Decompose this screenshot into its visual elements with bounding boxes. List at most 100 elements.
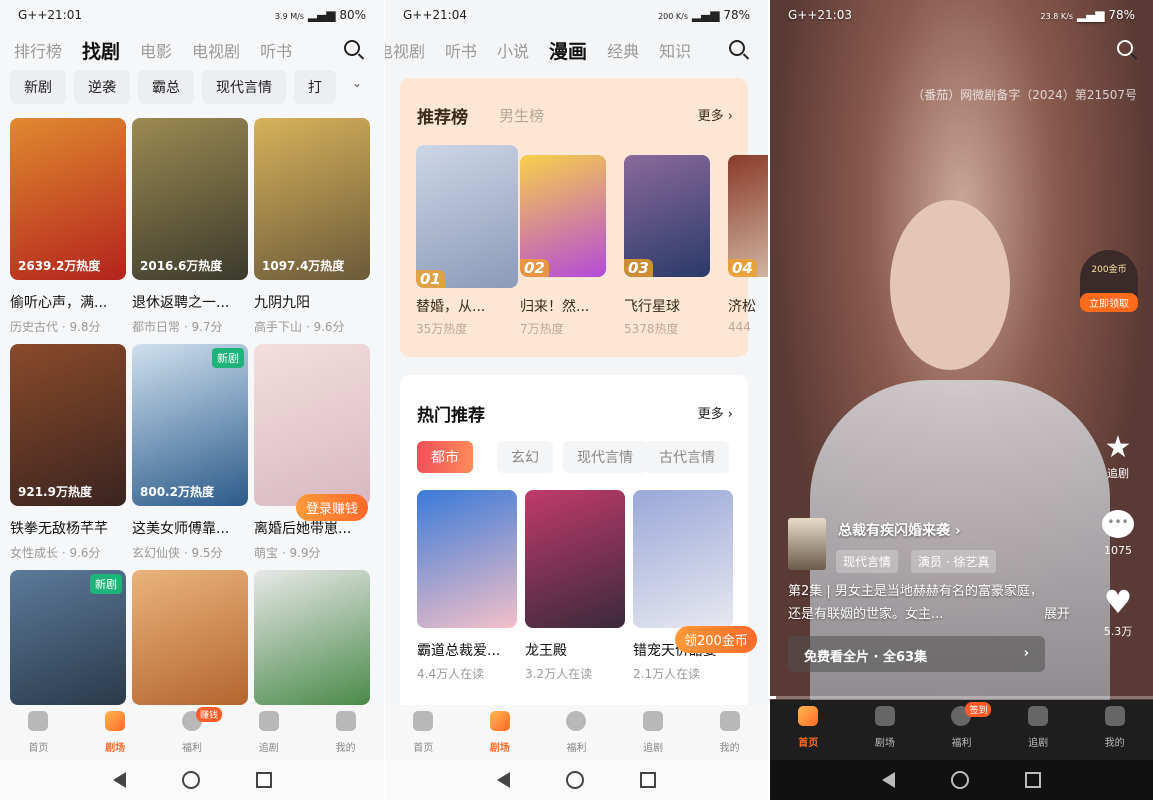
home-circle-icon[interactable] — [566, 771, 584, 789]
comic-cover[interactable]: 02 — [520, 155, 606, 277]
drama-cover[interactable] — [254, 344, 370, 506]
drama-cover[interactable]: 2639.2万热度 — [10, 118, 126, 280]
watch-full-button[interactable]: 免费看全片 · 全63集 › — [788, 636, 1045, 672]
back-icon[interactable] — [497, 772, 510, 788]
category-chip[interactable]: 新剧 — [10, 70, 66, 104]
category-chip[interactable]: 打 — [294, 70, 336, 104]
tab-0[interactable]: 电视剧 — [385, 38, 425, 62]
drama-cover[interactable]: 2016.6万热度 — [132, 118, 248, 280]
nav-profile[interactable]: 我的 — [316, 705, 376, 760]
tab-1[interactable]: 听书 — [445, 38, 477, 62]
genre-chip[interactable]: 现代言情 — [563, 441, 647, 473]
like-button[interactable]: ♥ 5.3万 — [1096, 585, 1140, 639]
tab-4[interactable]: 听书 — [260, 38, 292, 62]
comic-title[interactable]: 龙王殿 — [525, 640, 567, 660]
drama-cover[interactable] — [132, 570, 248, 705]
home-icon — [28, 711, 49, 731]
home-circle-icon[interactable] — [951, 771, 969, 789]
comic-cover[interactable]: 03 — [624, 155, 710, 277]
recents-icon[interactable] — [255, 772, 272, 788]
comic-cover[interactable]: 01 — [416, 145, 518, 288]
tab-1[interactable]: 找剧 — [82, 37, 120, 64]
comic-title[interactable]: 霸道总裁爱... — [417, 640, 500, 660]
tab-0[interactable]: 排行榜 — [14, 38, 62, 62]
nav-star[interactable]: 追剧 — [239, 705, 299, 760]
drama-cover[interactable]: 1097.4万热度 — [254, 118, 370, 280]
tab-5[interactable]: 知识 — [659, 38, 691, 62]
claim-button[interactable]: 立即领取 — [1080, 293, 1138, 312]
search-icon[interactable] — [344, 40, 360, 56]
drama-cover[interactable]: 921.9万热度 — [10, 344, 126, 506]
drama-title[interactable]: 偷听心声，满... — [10, 292, 107, 312]
battery-level: 78% — [723, 8, 750, 22]
tab-recommend-rank[interactable]: 推荐榜 — [417, 103, 468, 128]
nav-welfare[interactable]: 福利 签到 — [931, 700, 992, 760]
follow-button[interactable]: ★ 追剧 — [1100, 430, 1136, 481]
comic-cover[interactable] — [417, 490, 517, 628]
comment-button[interactable]: ••• 1075 — [1096, 510, 1140, 557]
tab-2[interactable]: 小说 — [497, 38, 529, 62]
nav-theater[interactable]: 剧场 — [85, 705, 145, 760]
section-title: 热门推荐 — [417, 406, 485, 426]
nav-profile[interactable]: 我的 — [1085, 700, 1145, 760]
chevron-down-icon[interactable]: ⌄ — [352, 76, 362, 90]
drama-cover[interactable] — [254, 570, 370, 705]
nav-home[interactable]: 首页 — [393, 705, 453, 760]
genre-chip[interactable]: 都市 — [417, 441, 473, 473]
drama-title[interactable]: 九阴九阳 — [254, 292, 310, 312]
back-icon[interactable] — [112, 772, 126, 788]
system-nav — [0, 760, 384, 800]
nav-theater[interactable]: 剧场 — [855, 700, 915, 760]
drama-title[interactable]: 这美女师傅靠... — [132, 518, 229, 538]
nav-star[interactable]: 追剧 — [1008, 700, 1068, 760]
back-icon[interactable] — [882, 772, 895, 788]
tab-male-rank[interactable]: 男生榜 — [499, 105, 544, 126]
category-chip[interactable]: 现代言情 — [202, 70, 286, 104]
tab-4[interactable]: 经典 — [607, 38, 639, 62]
progress-bar[interactable] — [770, 696, 1153, 699]
tab-3[interactable]: 漫画 — [549, 37, 587, 64]
comic-title[interactable]: 替婚，从... — [416, 296, 485, 316]
recents-icon[interactable] — [640, 772, 656, 788]
actor-tag[interactable]: 演员 · 徐艺真 — [911, 550, 997, 573]
search-icon[interactable] — [729, 40, 745, 56]
genre-tag[interactable]: 现代言情 — [836, 550, 899, 573]
drama-cover[interactable]: 新剧 — [10, 570, 126, 705]
nav-welfare[interactable]: 福利 赚钱 — [162, 705, 222, 760]
home-circle-icon[interactable] — [181, 771, 200, 789]
comic-title[interactable]: 济松 — [728, 296, 756, 316]
show-title[interactable]: 总裁有疾闪婚来袭 › — [838, 520, 961, 540]
drama-title[interactable]: 离婚后她带崽... — [254, 518, 351, 538]
status-time: G++21:04 — [403, 8, 467, 22]
category-chip[interactable]: 逆袭 — [74, 70, 130, 104]
nav-theater[interactable]: 剧场 — [470, 705, 530, 760]
category-chip[interactable]: 霸总 — [138, 70, 194, 104]
genre-chip[interactable]: 玄幻 — [497, 441, 553, 473]
drama-cover[interactable]: 800.2万热度 新剧 — [132, 344, 248, 506]
more-link[interactable]: 更多 › — [698, 105, 733, 124]
tab-2[interactable]: 电影 — [140, 38, 172, 62]
drama-title[interactable]: 铁拳无敌杨芊芊 — [10, 518, 108, 538]
profile-icon — [1104, 706, 1125, 726]
comic-title[interactable]: 归来！然... — [520, 296, 589, 316]
comic-cover[interactable]: 04 — [728, 155, 768, 277]
nav-home[interactable]: 首页 — [8, 705, 68, 760]
genre-chip[interactable]: 古代言情 — [645, 441, 729, 473]
recents-icon[interactable] — [1025, 772, 1041, 788]
nav-home[interactable]: 首页 — [778, 700, 838, 760]
red-packet-reward[interactable]: 200金币 立即领取 — [1080, 250, 1138, 312]
nav-profile[interactable]: 我的 — [700, 705, 760, 760]
more-link[interactable]: 更多 › — [698, 403, 733, 422]
nav-welfare[interactable]: 福利 — [546, 705, 606, 760]
login-earn-badge[interactable]: 登录赚钱 — [296, 494, 369, 521]
expand-link[interactable]: 展开 — [1044, 603, 1070, 622]
comic-cover[interactable] — [525, 490, 625, 628]
show-thumbnail[interactable] — [788, 518, 826, 570]
comic-title[interactable]: 飞行星球 — [624, 296, 680, 316]
tab-3[interactable]: 电视剧 — [192, 38, 240, 62]
nav-star[interactable]: 追剧 — [623, 705, 683, 760]
search-icon[interactable] — [1117, 40, 1133, 56]
coin-reward-badge[interactable]: 领200金币 — [675, 626, 757, 653]
drama-title[interactable]: 退休返聘之一... — [132, 292, 229, 312]
comic-cover[interactable] — [633, 490, 733, 628]
